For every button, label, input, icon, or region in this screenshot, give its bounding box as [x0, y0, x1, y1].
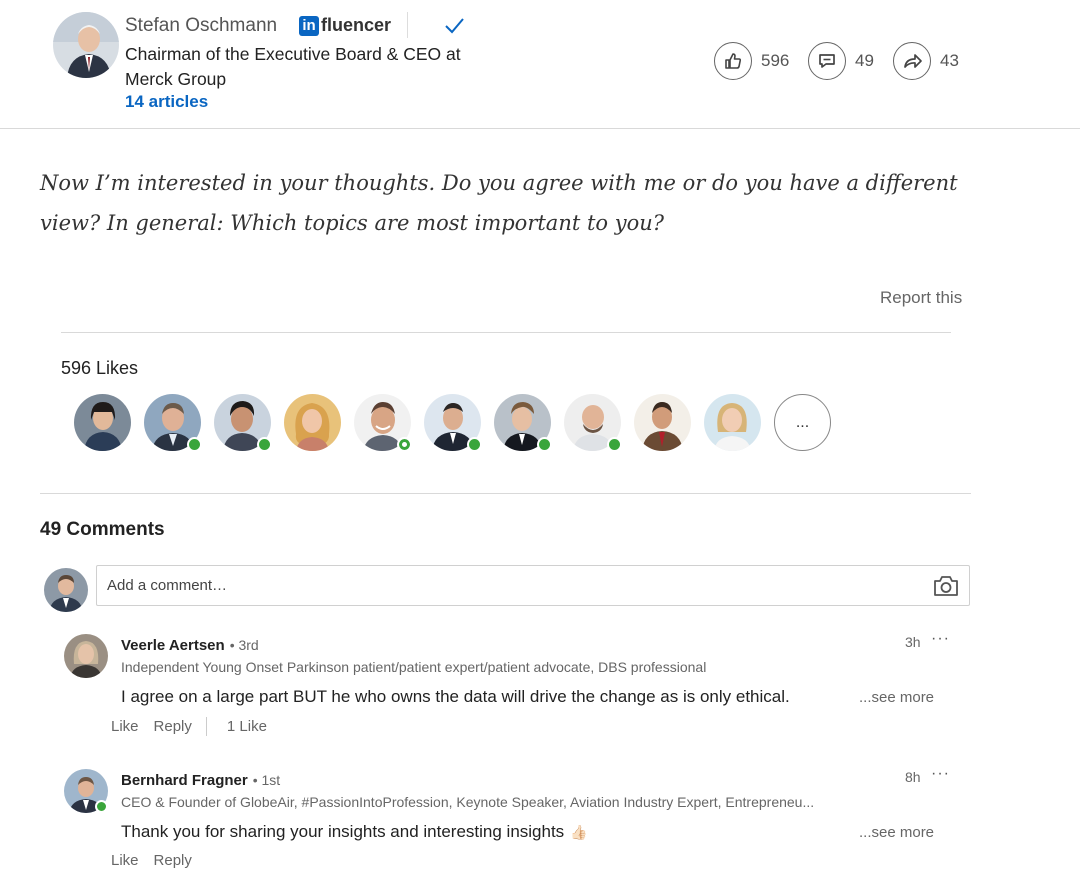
comment-author-row: Veerle Aertsen • 3rd — [121, 637, 259, 654]
liker-avatar[interactable] — [564, 394, 622, 452]
liker-avatar[interactable] — [704, 394, 761, 451]
comment-author-row: Bernhard Fragner • 1st — [121, 772, 280, 789]
comment-options-icon[interactable]: ··· — [931, 630, 950, 648]
see-more-link[interactable]: ...see more — [859, 824, 934, 841]
comments-count: 49 — [855, 51, 874, 70]
current-user-avatar — [44, 568, 88, 612]
comment-reply-button[interactable]: Reply — [154, 852, 192, 869]
like-action[interactable]: 596 — [714, 42, 789, 80]
liker-avatar[interactable] — [424, 394, 482, 452]
liker-avatar[interactable] — [284, 394, 341, 451]
add-comment-box[interactable] — [96, 565, 970, 606]
online-status-icon — [187, 437, 202, 452]
author-articles-link[interactable]: 14 articles — [125, 92, 208, 112]
following-check-icon[interactable] — [443, 16, 465, 36]
report-link[interactable]: Report this — [880, 288, 962, 308]
commenter-name[interactable]: Bernhard Fragner — [121, 772, 248, 789]
online-status-icon — [257, 437, 272, 452]
author-avatar[interactable] — [53, 12, 119, 78]
shares-count: 43 — [940, 51, 959, 70]
comment-likes-count[interactable]: 1 Like — [227, 718, 267, 735]
avatar-icon — [74, 394, 131, 451]
author-name[interactable]: Stefan Oschmann — [125, 15, 277, 37]
more-likers-button[interactable]: ... — [774, 394, 831, 451]
divider — [61, 332, 951, 333]
comment-icon[interactable] — [808, 42, 846, 80]
thumbs-up-emoji-icon: 👍🏻 — [570, 823, 588, 840]
liker-avatar[interactable] — [144, 394, 202, 452]
influencer-badge: in fluencer — [299, 15, 391, 36]
online-status-icon — [467, 437, 482, 452]
avatar-icon — [634, 394, 691, 451]
likes-count: 596 — [761, 51, 790, 70]
comment-action[interactable]: 49 — [808, 42, 874, 80]
camera-icon[interactable] — [933, 574, 959, 598]
comments-title: 49 Comments — [40, 519, 165, 540]
divider — [407, 12, 408, 38]
liker-avatar[interactable] — [214, 394, 272, 452]
connection-degree: • 3rd — [229, 637, 259, 653]
linkedin-in-icon: in — [299, 15, 319, 36]
comment-reply-button[interactable]: Reply — [154, 718, 192, 735]
comment-text: Thank you for sharing your insights and … — [121, 822, 565, 841]
author-headline: Chairman of the Executive Board & CEO at… — [125, 44, 461, 89]
likers-list: ... — [74, 394, 831, 452]
likes-title[interactable]: 596 Likes — [61, 358, 138, 379]
influencer-label: fluencer — [321, 15, 392, 35]
commenter-avatar[interactable] — [64, 769, 108, 813]
commenter-headline: Independent Young Onset Parkinson patien… — [121, 659, 707, 675]
commenter-name[interactable]: Veerle Aertsen — [121, 637, 225, 654]
like-icon[interactable] — [714, 42, 752, 80]
divider — [205, 717, 207, 736]
commenter-avatar[interactable] — [64, 634, 108, 678]
liker-avatar[interactable] — [74, 394, 131, 451]
article-closing-paragraph: Now I’m interested in your thoughts. Do … — [40, 171, 958, 235]
liker-avatar[interactable] — [354, 394, 412, 452]
comment-actions: Like Reply 1 Like — [111, 717, 267, 736]
idle-status-icon — [397, 437, 412, 452]
comment-input[interactable] — [97, 566, 917, 604]
share-icon[interactable] — [893, 42, 931, 80]
comment-actions: Like Reply — [111, 852, 192, 869]
online-status-icon — [607, 437, 622, 452]
comment-text: I agree on a large part BUT he who owns … — [121, 687, 790, 706]
comment-timestamp: 8h — [905, 769, 921, 785]
online-status-icon — [537, 437, 552, 452]
comment-like-button[interactable]: Like — [111, 718, 139, 735]
article-author-bar: Stefan Oschmann in fluencer Chairman of … — [0, 0, 1080, 129]
divider — [40, 493, 971, 494]
see-more-link[interactable]: ...see more — [859, 689, 934, 706]
avatar-icon — [284, 394, 341, 451]
comment-like-button[interactable]: Like — [111, 852, 139, 869]
liker-avatar[interactable] — [494, 394, 552, 452]
share-action[interactable]: 43 — [893, 42, 959, 80]
comment-options-icon[interactable]: ··· — [931, 765, 950, 783]
avatar-icon — [704, 394, 761, 451]
connection-degree: • 1st — [252, 772, 281, 788]
comment-timestamp: 3h — [905, 634, 921, 650]
liker-avatar[interactable] — [634, 394, 691, 451]
commenter-headline: CEO & Founder of GlobeAir, #PassionIntoP… — [121, 794, 815, 810]
online-status-icon — [95, 800, 108, 813]
comment-text-row: Thank you for sharing your insights and … — [121, 822, 588, 842]
